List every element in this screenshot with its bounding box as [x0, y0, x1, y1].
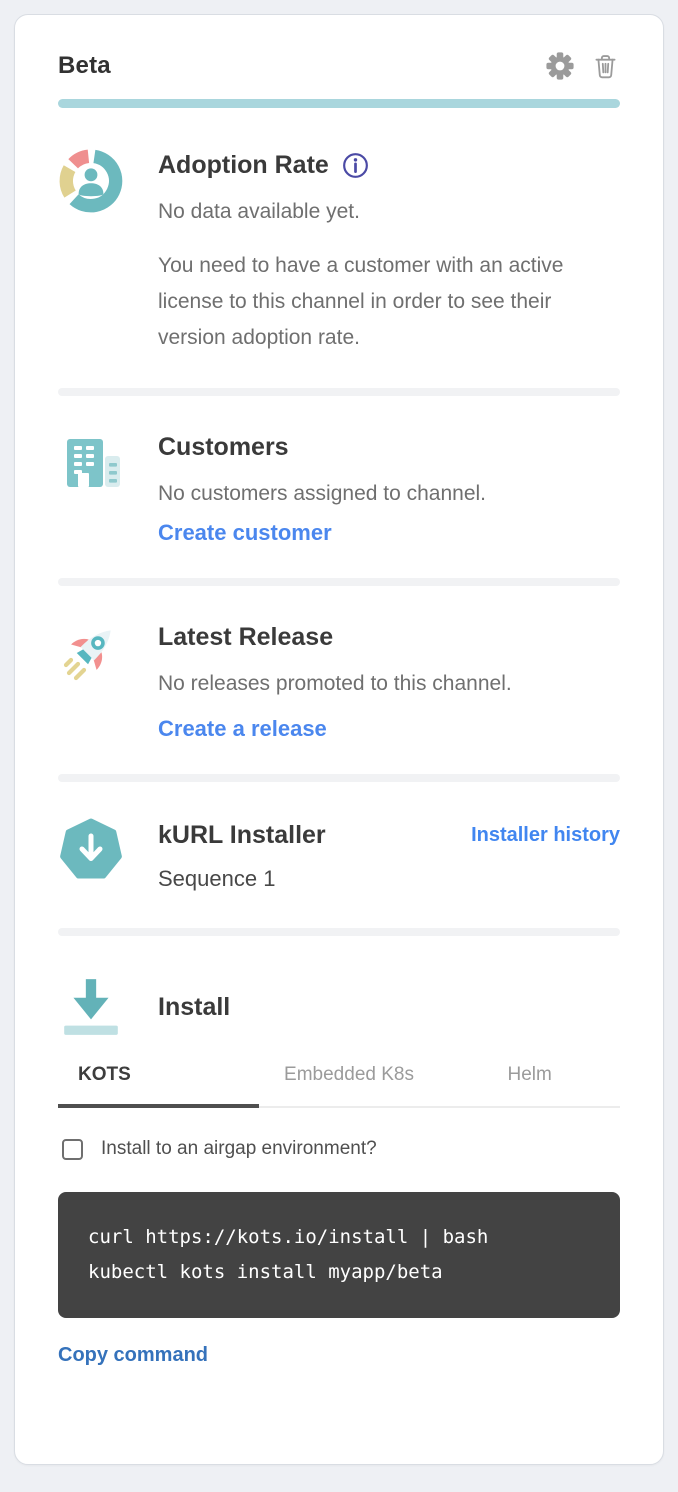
- latest-release-section: Latest Release No releases promoted to t…: [58, 620, 620, 742]
- kurl-installer-section: kURL Installer Installer history Sequenc…: [58, 818, 620, 896]
- channel-accent-bar: [58, 99, 620, 108]
- install-tabs: KOTS Embedded K8s Helm: [58, 1064, 620, 1108]
- adoption-rate-section: Adoption Rate No data available yet. You…: [58, 148, 620, 356]
- kurl-heptagon-download-icon: [59, 818, 123, 882]
- section-divider: [58, 578, 620, 586]
- trash-icon[interactable]: [591, 52, 620, 81]
- channel-title: Beta: [58, 52, 111, 80]
- buildings-icon: [59, 430, 123, 494]
- tab-kots[interactable]: KOTS: [58, 1064, 259, 1108]
- tab-embedded-k8s[interactable]: Embedded K8s: [259, 1064, 440, 1106]
- airgap-label: Install to an airgap environment?: [101, 1138, 377, 1160]
- latest-release-title: Latest Release: [158, 620, 620, 654]
- customers-empty-message: No customers assigned to channel.: [158, 476, 620, 512]
- gear-icon[interactable]: [545, 51, 575, 81]
- install-section: Install: [58, 974, 620, 1040]
- customers-title: Customers: [158, 430, 620, 464]
- section-divider: [58, 774, 620, 782]
- airgap-row: Install to an airgap environment?: [58, 1138, 620, 1160]
- adoption-rate-title: Adoption Rate: [158, 148, 329, 182]
- create-release-link[interactable]: Create a release: [158, 716, 327, 742]
- section-divider: [58, 928, 620, 936]
- rocket-icon: [59, 620, 123, 684]
- download-arrow-icon: [58, 974, 124, 1040]
- airgap-checkbox[interactable]: [62, 1139, 83, 1160]
- tab-helm[interactable]: Helm: [439, 1064, 620, 1106]
- install-command-block: curl https://kots.io/install | bash kube…: [58, 1192, 620, 1318]
- adoption-help-text: You need to have a customer with an acti…: [158, 248, 620, 356]
- copy-command-link[interactable]: Copy command: [58, 1344, 208, 1367]
- release-empty-message: No releases promoted to this channel.: [158, 666, 620, 702]
- header-actions: [545, 51, 620, 81]
- adoption-donut-user-icon: [58, 148, 124, 214]
- info-icon[interactable]: [341, 151, 370, 180]
- section-divider: [58, 388, 620, 396]
- channel-card: Beta: [14, 14, 664, 1465]
- install-title: Install: [158, 990, 620, 1024]
- installer-history-link[interactable]: Installer history: [471, 824, 620, 847]
- command-line: kubectl kots install myapp/beta: [88, 1255, 590, 1290]
- kurl-installer-title: kURL Installer: [158, 818, 326, 852]
- create-customer-link[interactable]: Create customer: [158, 520, 332, 546]
- adoption-empty-message: No data available yet.: [158, 194, 620, 230]
- installer-sequence: Sequence 1: [158, 862, 620, 896]
- customers-section: Customers No customers assigned to chann…: [58, 430, 620, 546]
- card-header: Beta: [58, 51, 620, 81]
- command-line: curl https://kots.io/install | bash: [88, 1220, 590, 1255]
